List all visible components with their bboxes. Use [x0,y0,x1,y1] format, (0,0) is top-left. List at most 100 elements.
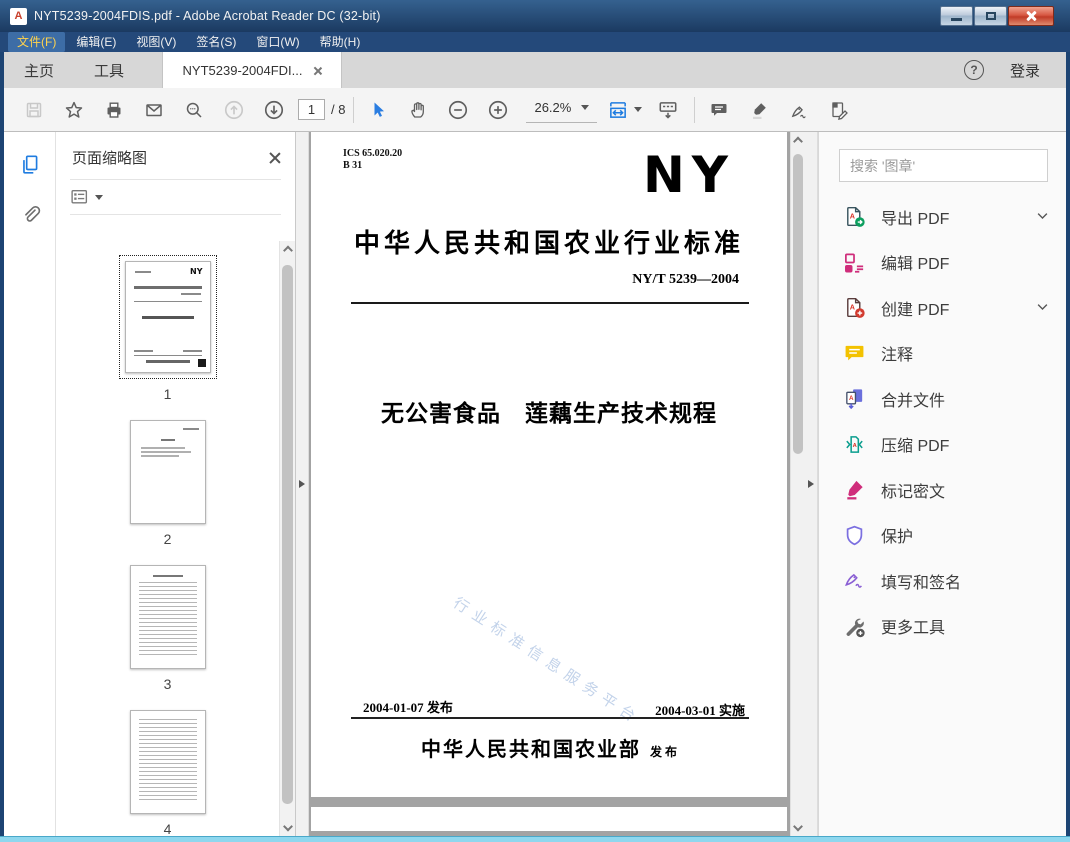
redact-icon [842,478,866,502]
chevron-down-icon[interactable] [1035,299,1050,317]
acrobat-window: A NYT5239-2004FDIS.pdf - Adobe Acrobat R… [0,0,1070,842]
tool-export-pdf[interactable]: A 导出 PDF [819,194,1066,240]
caret-down-icon [95,194,103,200]
thumbnail-list: NY 1 2 3 4 [56,241,279,837]
acrobat-app-icon: A [10,7,27,25]
page-total-label: / 8 [331,102,346,117]
tool-fill-sign[interactable]: 填写和签名 [819,558,1066,604]
caret-down-icon [634,107,643,112]
zoom-out-icon [449,100,468,119]
tool-compress-pdf[interactable]: A 压缩 PDF [819,422,1066,468]
chevron-down-icon[interactable] [1035,208,1050,226]
comment-icon [711,103,727,116]
page-number-input[interactable] [298,99,325,120]
thumbnail-page-2[interactable]: 2 [129,420,206,547]
previous-page-button[interactable] [218,93,250,127]
left-panel-collapse-handle[interactable] [296,132,309,836]
menu-window[interactable]: 窗口(W) [247,32,308,52]
tool-label: 合并文件 [881,392,946,410]
scroll-down-icon[interactable] [282,821,293,832]
fit-width-button[interactable] [607,99,643,121]
maximize-icon [985,12,996,20]
tool-comment[interactable]: 注释 [819,331,1066,377]
zoom-out-button[interactable] [442,93,474,127]
tab-close-icon[interactable] [313,66,322,75]
heading-rule [351,302,749,304]
menu-bar: 文件(F) 编辑(E) 视图(V) 签名(S) 窗口(W) 帮助(H) [0,32,1070,52]
favorite-button[interactable] [58,93,90,127]
menu-edit[interactable]: 编辑(E) [67,32,125,52]
email-button[interactable] [138,93,170,127]
search-button[interactable] [178,93,210,127]
tab-document[interactable]: NYT5239-2004FDI... [162,52,343,88]
tool-more-tools[interactable]: 更多工具 [819,604,1066,650]
print-button[interactable] [98,93,130,127]
maximize-button[interactable] [974,6,1007,26]
select-tool-button[interactable] [362,93,394,127]
thumbnails-panel-header: 页面缩略图 [56,132,295,179]
tool-edit-pdf[interactable]: 编辑 PDF [819,240,1066,286]
save-icon [26,102,42,117]
caret-down-icon [581,104,590,110]
fill-sign-pen-icon [842,569,866,593]
pdf-viewer[interactable]: ICS 65.020.20 B 31 NY 中华人民共和国农业行业标准 NY/T… [309,132,805,836]
date-rule [351,717,749,719]
panel-close-icon[interactable] [268,151,281,164]
send-for-signature-button[interactable] [823,93,855,127]
title-bar: A NYT5239-2004FDIS.pdf - Adobe Acrobat R… [0,0,1070,32]
menu-view[interactable]: 视图(V) [127,32,185,52]
export-pdf-icon: A [842,205,866,229]
tool-create-pdf[interactable]: A 创建 PDF [819,285,1066,331]
thumbnails-scrollbar[interactable] [279,241,295,836]
thumbnail-page-1[interactable]: NY 1 [118,255,217,402]
tool-label: 保护 [881,529,914,547]
thumbnail-page-4[interactable]: 4 [129,710,206,837]
tools-search-input[interactable] [840,157,1047,174]
tool-list: A 导出 PDF 编辑 PDF A 创建 PDF 注释 A 合并文件 A 压缩 … [819,194,1066,649]
zoom-in-icon [489,100,508,119]
tool-protect[interactable]: 保护 [819,513,1066,559]
minimize-button[interactable] [940,6,973,26]
toolbar: / 8 26.2% [4,88,1066,132]
help-icon[interactable]: ? [963,60,984,80]
next-page-button[interactable] [258,93,290,127]
reading-mode-button[interactable] [652,93,684,127]
menu-file[interactable]: 文件(F) [8,32,66,52]
comment-tool-button[interactable] [703,93,735,127]
sign-in-button[interactable]: 登录 [1010,60,1040,81]
tool-combine-files[interactable]: A 合并文件 [819,376,1066,422]
hand-tool-button[interactable] [402,93,434,127]
star-icon [65,101,83,118]
tab-tools[interactable]: 工具 [74,52,144,88]
scroll-up-icon[interactable] [282,245,293,256]
highlight-tool-button[interactable] [743,93,775,127]
compress-pdf-icon: A [842,432,866,456]
tool-redact[interactable]: 标记密文 [819,467,1066,513]
viewer-scrollbar[interactable] [790,132,805,836]
thumbnails-scrollbar-thumb[interactable] [282,265,293,804]
issuer-row: 中华人民共和国农业部发 布 [311,733,787,762]
menu-help[interactable]: 帮助(H) [311,32,370,52]
close-button[interactable] [1008,6,1054,26]
scroll-down-icon[interactable] [793,821,803,832]
page-thumbnails-panel-button[interactable] [12,148,48,180]
issuer-suffix: 发 布 [649,745,677,759]
attachments-panel-button[interactable] [12,198,48,230]
fill-sign-tool-button[interactable] [783,93,815,127]
issue-date: 2004-01-07 发布 [363,700,453,715]
more-tools-wrench-icon [842,614,866,638]
zoom-level-dropdown[interactable]: 26.2% [526,97,598,123]
tab-home[interactable]: 主页 [4,52,74,88]
svg-text:A: A [849,395,854,402]
thumbnail-page-3[interactable]: 3 [129,565,206,692]
save-button[interactable] [18,93,50,127]
viewer-scrollbar-thumb[interactable] [793,154,803,454]
toolbar-separator [353,96,355,123]
thumbnails-panel-title: 页面缩略图 [72,150,148,167]
right-panel-collapse-handle[interactable] [805,132,818,836]
highlighter-icon [753,102,767,119]
thumbnails-options-button[interactable] [56,180,295,214]
zoom-in-button[interactable] [482,93,514,127]
scroll-up-icon[interactable] [793,136,803,147]
menu-sign[interactable]: 签名(S) [187,32,245,52]
